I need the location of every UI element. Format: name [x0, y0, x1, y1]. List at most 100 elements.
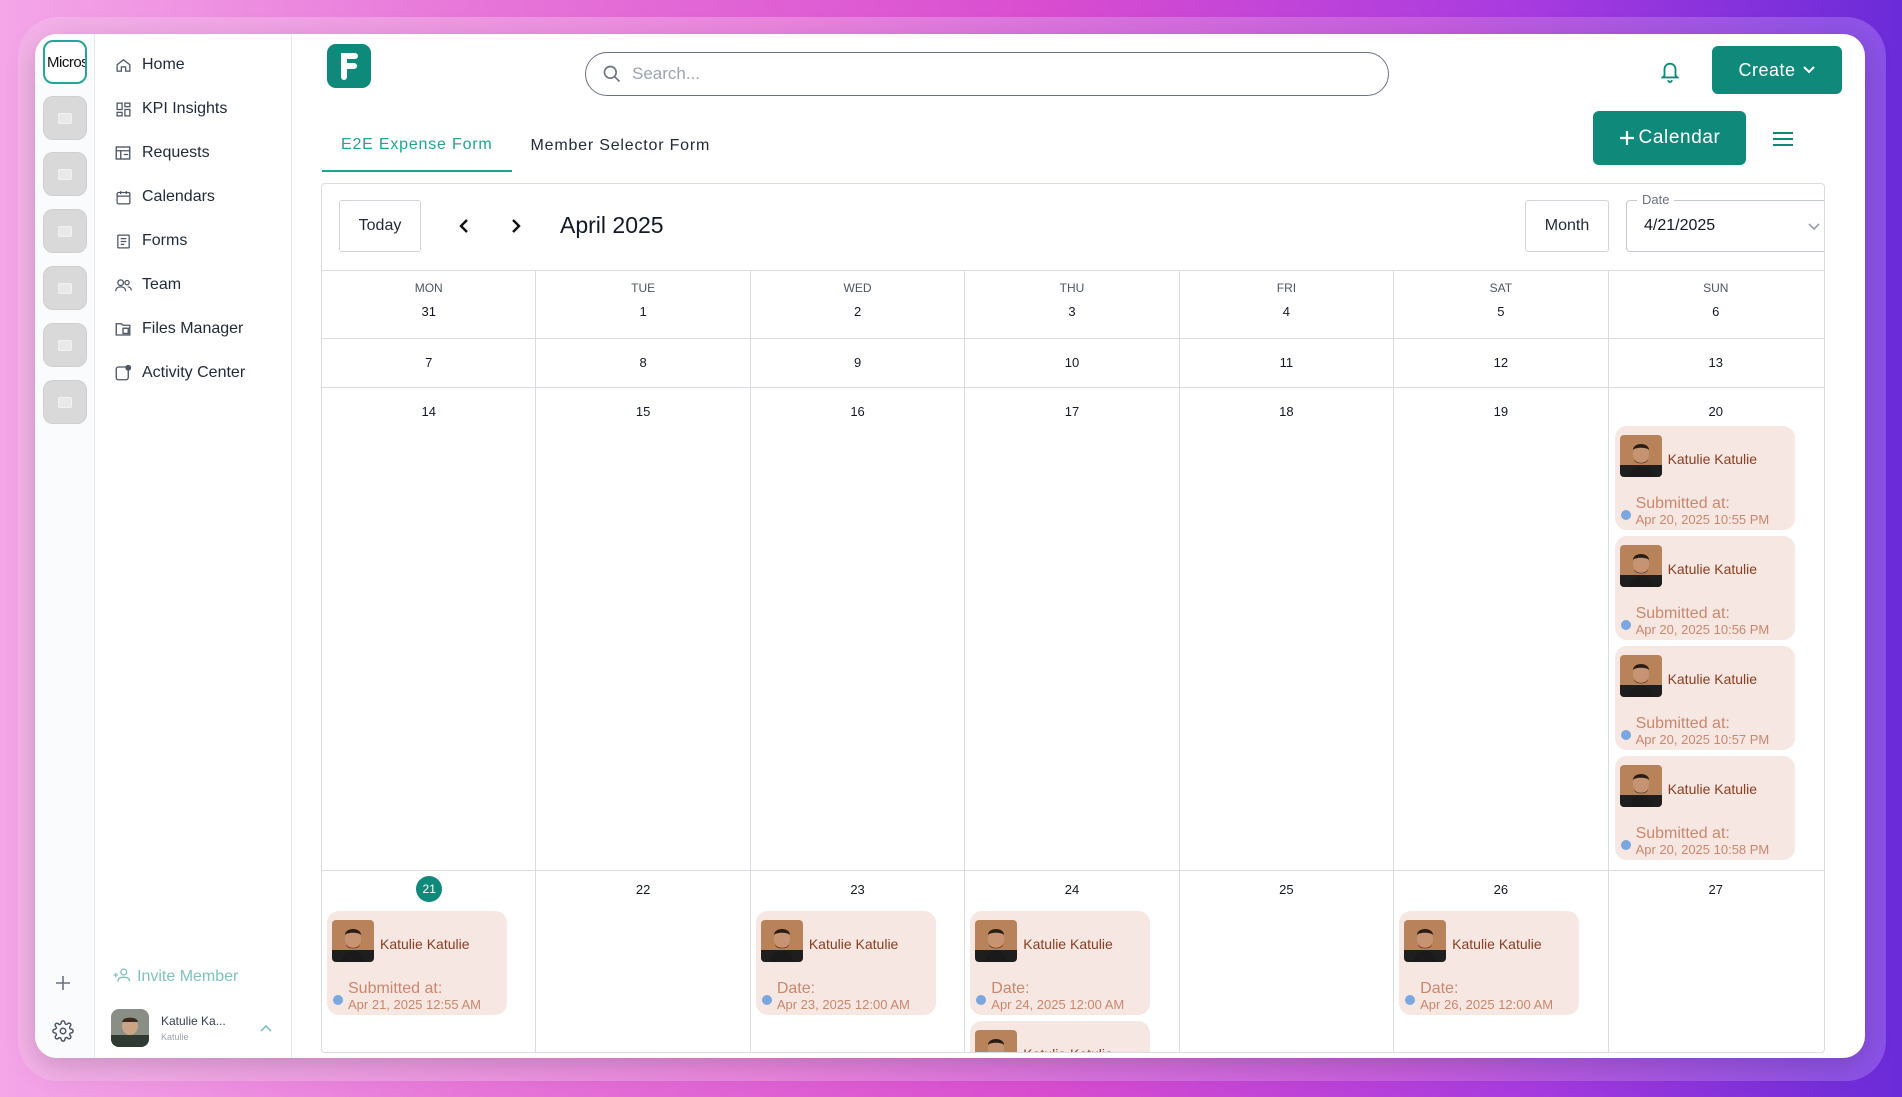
calendar-day-cell[interactable]: 13 — [1609, 339, 1823, 387]
weekday-label: SUN — [1703, 281, 1729, 295]
tab-member-selector-form[interactable]: Member Selector Form — [512, 120, 730, 172]
event-label: Submitted at: — [1635, 715, 1730, 732]
rail-app-placeholder[interactable] — [43, 96, 87, 140]
nav-item-team[interactable]: Team — [113, 270, 288, 300]
day-number: 10 — [1064, 355, 1080, 370]
calendar-day-cell[interactable]: THU 3 — [965, 271, 1180, 338]
avatar — [1619, 655, 1662, 697]
nav-item-home[interactable]: Home — [113, 50, 288, 80]
calendar-event[interactable]: Katulie Katulie Submitted at: Apr 20, 2025… — [1614, 536, 1795, 640]
nav-item-kpi-insights[interactable]: KPI Insights — [113, 94, 288, 124]
nav-sidebar: Home KPI Insights Requests Calendars For… — [95, 34, 292, 1058]
status-dot — [761, 995, 772, 1005]
event-name: Katulie Katulie — [1667, 451, 1758, 467]
calendar-day-cell[interactable]: 12 — [1394, 339, 1609, 387]
nav-item-requests[interactable]: Requests — [113, 138, 288, 168]
nav-item-activity-center[interactable]: Activity Center — [113, 358, 288, 388]
calendar-day-cell[interactable]: WED 2 — [751, 271, 966, 338]
nav-item-label: Activity Center — [142, 364, 246, 381]
calendar-day-cell[interactable]: SAT 5 — [1394, 271, 1609, 338]
calendar-day-cell[interactable]: MON 31 — [322, 271, 537, 338]
calendar-day-cell[interactable]: 9 — [751, 339, 966, 387]
image-placeholder-icon — [58, 396, 72, 408]
calendar-week-row: 21 Katulie Katulie Submitted at: Apr 21, 20… — [322, 871, 1824, 1052]
rail-app-placeholder[interactable] — [43, 323, 87, 367]
view-month-button[interactable]: Month — [1525, 200, 1609, 252]
nav-item-forms[interactable]: Forms — [113, 226, 288, 256]
image-placeholder-icon — [58, 225, 72, 237]
calendar-day-cell[interactable]: TUE 1 — [536, 271, 751, 338]
calendar-event[interactable]: Katulie Katulie Date: Apr 24, 2025 12:00 A… — [970, 911, 1151, 1015]
calendar-event[interactable]: Katulie Katulie Submitted at: Apr 20, 2025… — [1614, 756, 1795, 860]
day-number: 25 — [1279, 882, 1294, 897]
app-logo[interactable] — [327, 44, 371, 88]
rail-app-placeholder[interactable] — [43, 209, 87, 253]
rail-app-active[interactable]: Micros — [43, 40, 87, 84]
date-picker[interactable]: Date 4/21/2025 — [1626, 192, 1824, 252]
next-month-button[interactable] — [504, 214, 528, 238]
tab-e2e-expense-form[interactable]: E2E Expense Form — [322, 120, 512, 172]
rail-app-placeholder[interactable] — [43, 152, 87, 196]
nav-item-calendars[interactable]: Calendars — [113, 182, 288, 212]
rail-app-placeholder[interactable] — [43, 380, 87, 424]
calendar-day-cell[interactable]: 8 — [536, 339, 751, 387]
settings-button[interactable] — [43, 1016, 83, 1046]
calendar-day-cell[interactable]: FRI 4 — [1180, 271, 1395, 338]
calendar-day-cell[interactable]: 10 — [965, 339, 1180, 387]
calendar-day-cell[interactable]: 21 Katulie Katulie Submitted at: Apr 21, 20… — [322, 871, 537, 1052]
calendar-day-cell[interactable]: 23 Katulie Katulie Date: Apr 23, 2025 12:00… — [751, 871, 966, 1052]
status-dot — [333, 995, 343, 1005]
event-name: Katulie Katulie — [1667, 781, 1758, 797]
calendar-event[interactable]: Katulie Katulie Submitted at: Apr 20, 2025… — [1614, 646, 1795, 750]
prev-month-button[interactable] — [452, 214, 476, 238]
calendar-event[interactable]: Katulie Katulie Submitted at: Apr 21, 2025… — [327, 911, 507, 1015]
day-number: 17 — [1064, 404, 1080, 419]
user-profile[interactable]: Katulie Ka... Katulie — [111, 1006, 281, 1050]
calendar-day-cell[interactable]: 15 — [536, 388, 751, 870]
add-calendar-label: Calendar — [1638, 127, 1721, 148]
calendar-day-cell[interactable]: 26 Katulie Katulie Date: Apr 26, 2025 12:00… — [1394, 871, 1609, 1052]
add-calendar-button[interactable]: Calendar — [1593, 111, 1746, 165]
chevron-left-icon — [459, 219, 468, 233]
event-name: Katulie Katulie — [1452, 936, 1542, 952]
nav-item-files-manager[interactable]: Files Manager — [113, 314, 288, 344]
add-app-button[interactable] — [43, 968, 83, 998]
calendar-event[interactable]: Katulie Katulie — [970, 1021, 1151, 1052]
calendar-day-cell[interactable]: 20 Katulie Katulie Submitted at: Apr 20, 20… — [1609, 388, 1823, 870]
profile-subtitle: Katulie — [161, 1032, 189, 1042]
search-bar[interactable] — [585, 52, 1389, 96]
create-button[interactable]: Create — [1712, 46, 1842, 94]
avatar — [760, 920, 803, 962]
rail-app-placeholder[interactable] — [43, 266, 87, 310]
calendar-day-cell[interactable]: SUN 6 — [1609, 271, 1823, 338]
calendar-day-cell[interactable]: 16 — [751, 388, 966, 870]
calendar-day-cell[interactable]: 11 — [1180, 339, 1395, 387]
avatar — [1404, 920, 1447, 962]
search-input[interactable] — [632, 64, 1332, 84]
plus-icon — [56, 976, 70, 990]
event-name: Katulie Katulie — [808, 936, 899, 952]
status-dot — [1620, 510, 1631, 520]
calendar-day-cell[interactable]: 22 — [536, 871, 751, 1052]
calendar-day-cell[interactable]: 18 — [1180, 388, 1395, 870]
nav-item-label: Requests — [142, 144, 210, 161]
event-time: Apr 26, 2025 12:00 AM — [1420, 997, 1554, 1012]
calendar-event[interactable]: Katulie Katulie Date: Apr 23, 2025 12:00 A… — [755, 911, 936, 1015]
avatar — [1619, 765, 1662, 807]
calendar-event[interactable]: Katulie Katulie Submitted at: Apr 20, 2025… — [1614, 426, 1795, 530]
notifications-button[interactable] — [1655, 56, 1685, 86]
calendar-day-cell[interactable]: 14 — [322, 388, 537, 870]
calendar-day-cell[interactable]: 7 — [322, 339, 537, 387]
day-number: 18 — [1279, 404, 1294, 419]
calendar-day-cell[interactable]: 24 Katulie Katulie Date: Apr 24, 2025 12:00… — [965, 871, 1180, 1052]
invite-member-button[interactable]: Invite Member — [113, 965, 238, 989]
menu-button[interactable] — [1768, 124, 1798, 154]
today-button[interactable]: Today — [339, 200, 421, 252]
calendar-day-cell[interactable]: 19 — [1394, 388, 1609, 870]
calendar: Today April 2025 Month Date 4/21/2025 MO… — [321, 183, 1825, 1053]
calendar-day-cell[interactable]: 27 — [1609, 871, 1823, 1052]
image-placeholder-icon — [58, 282, 72, 294]
calendar-day-cell[interactable]: 17 — [965, 388, 1180, 870]
calendar-event[interactable]: Katulie Katulie Date: Apr 26, 2025 12:00 A… — [1399, 911, 1580, 1015]
calendar-day-cell[interactable]: 25 — [1180, 871, 1395, 1052]
